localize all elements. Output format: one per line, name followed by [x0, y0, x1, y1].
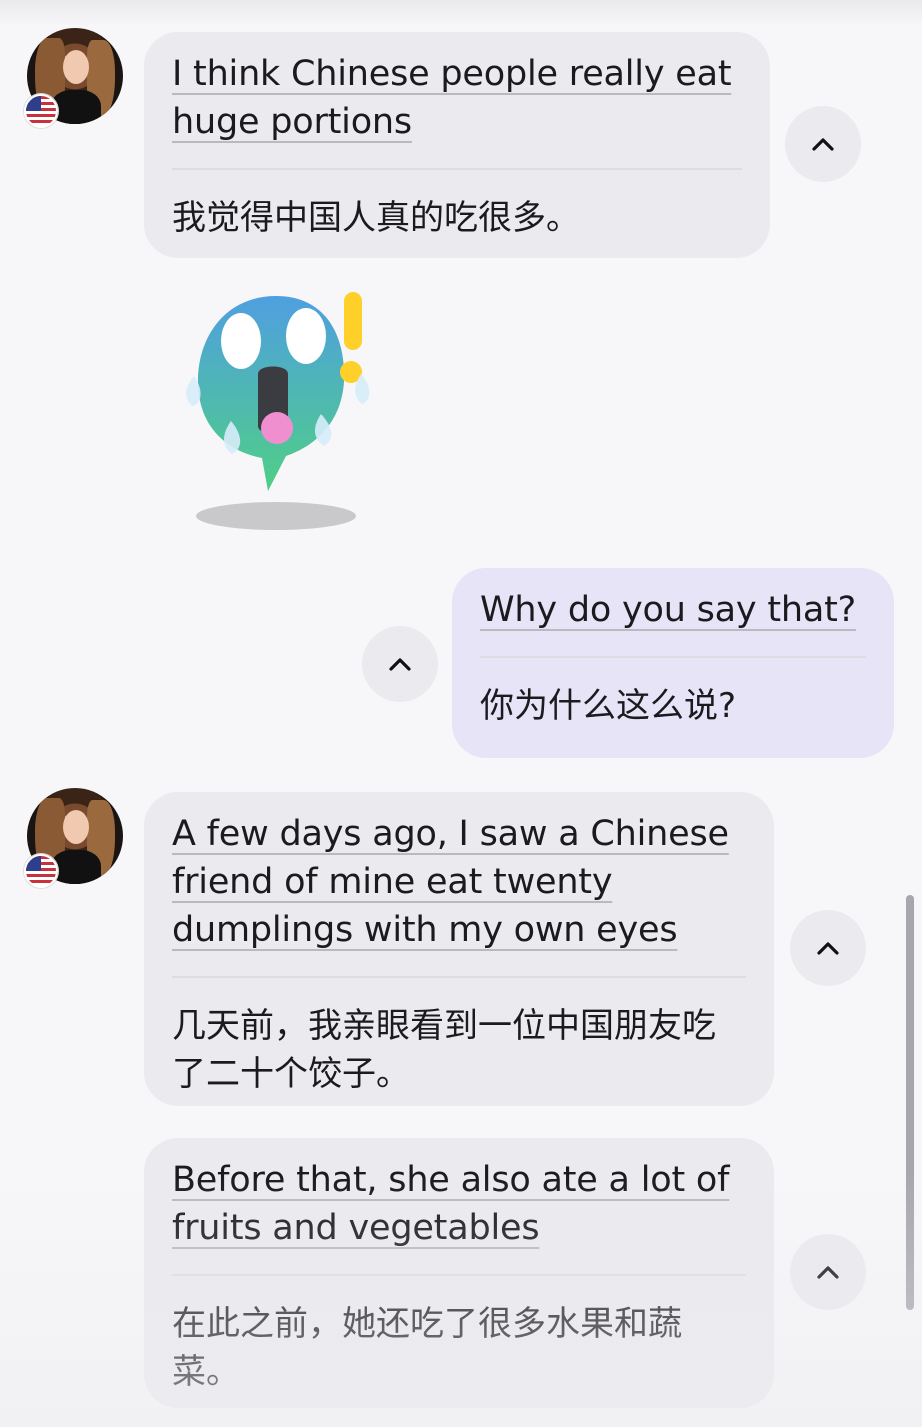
message-bubble-outgoing[interactable]: Why do you say that? 你为什么这么说? — [452, 568, 894, 758]
collapse-translation-button[interactable] — [790, 1234, 866, 1310]
scared-face-sticker[interactable] — [176, 286, 376, 536]
message-english-text: Before that, she also ate a lot of fruit… — [172, 1160, 730, 1248]
top-shade — [0, 0, 922, 26]
divider — [172, 976, 746, 978]
message-translation-text: 你为什么这么说? — [480, 686, 737, 726]
chevron-up-icon — [812, 138, 834, 151]
collapse-translation-button[interactable] — [785, 106, 861, 182]
us-flag-icon — [24, 854, 58, 888]
collapse-translation-button[interactable] — [362, 626, 438, 702]
message-english-text: Why do you say that? — [480, 590, 856, 630]
chevron-up-icon — [817, 942, 839, 955]
us-flag-icon — [24, 94, 58, 128]
message-bubble-incoming[interactable]: Before that, she also ate a lot of fruit… — [144, 1138, 774, 1408]
divider — [172, 1274, 746, 1276]
message-bubble-incoming[interactable]: A few days ago, I saw a Chinese friend o… — [144, 792, 774, 1106]
message-english-text: I think Chinese people really eat huge p… — [172, 54, 732, 142]
scrollbar[interactable] — [906, 895, 914, 1310]
message-translation-text: 在此之前，她还吃了很多水果和蔬菜。 — [172, 1304, 682, 1392]
chevron-up-icon — [817, 1266, 839, 1279]
divider — [480, 656, 866, 658]
message-english-text: A few days ago, I saw a Chinese friend o… — [172, 814, 729, 950]
message-translation-text: 我觉得中国人真的吃很多。 — [172, 198, 580, 238]
collapse-translation-button[interactable] — [790, 910, 866, 986]
chevron-up-icon — [389, 658, 411, 671]
message-translation-text: 几天前，我亲眼看到一位中国朋友吃了二十个饺子。 — [172, 1006, 716, 1094]
divider — [172, 168, 742, 170]
message-bubble-incoming[interactable]: I think Chinese people really eat huge p… — [144, 32, 770, 258]
